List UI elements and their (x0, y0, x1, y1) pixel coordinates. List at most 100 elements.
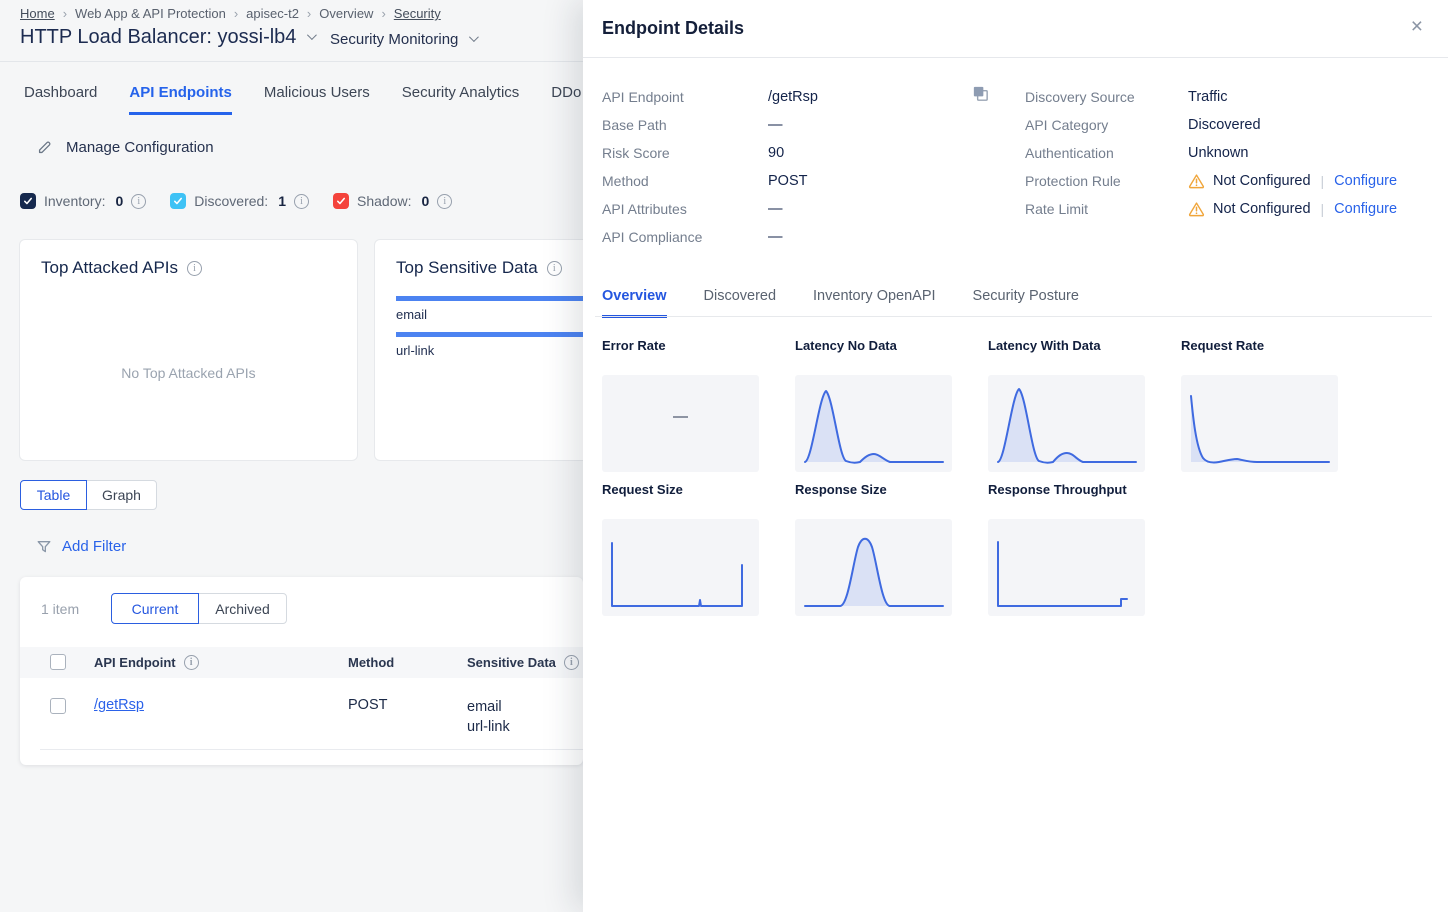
info-icon[interactable]: i (131, 194, 146, 209)
sparkline (795, 519, 952, 616)
row-divider (40, 749, 583, 750)
tab-ddos[interactable]: DDo (551, 84, 581, 115)
info-icon[interactable]: i (294, 194, 309, 209)
monitoring-mode-label: Security Monitoring (330, 31, 458, 48)
divider-pipe: | (1321, 201, 1325, 217)
chart-title: Response Size (795, 482, 952, 496)
info-icon[interactable]: i (184, 655, 199, 670)
panel-title: Endpoint Details (602, 18, 744, 39)
state-toggle: Current Archived (111, 593, 287, 624)
panel-tab-discovered[interactable]: Discovered (704, 288, 777, 318)
sensitive-data-value: email (467, 697, 510, 717)
breadcrumb-separator: › (234, 6, 238, 21)
copy-icon[interactable] (971, 84, 990, 108)
select-all-checkbox[interactable] (50, 654, 66, 670)
detail-row-method: Method POST (602, 167, 962, 195)
item-count: 1 item (41, 601, 79, 617)
row-checkbox[interactable] (50, 698, 66, 714)
manage-configuration-label: Manage Configuration (66, 139, 214, 156)
detail-row-rate-limit: Rate Limit Not Configured | Configure (1025, 195, 1445, 223)
current-tab-button[interactable]: Current (111, 593, 199, 624)
check-icon (23, 196, 33, 206)
tab-security-analytics[interactable]: Security Analytics (402, 84, 520, 115)
top-attacked-apis-card: Top Attacked APIs i No Top Attacked APIs (19, 239, 358, 461)
info-icon[interactable]: i (547, 261, 562, 276)
method-cell: POST (348, 697, 387, 713)
chart-title: Latency No Data (795, 338, 952, 352)
detail-label: Protection Rule (1025, 173, 1188, 189)
breadcrumb-item-overview[interactable]: Overview (319, 6, 373, 21)
panel-tab-inventory-openapi[interactable]: Inventory OpenAPI (813, 288, 936, 318)
column-header-sensitive-data[interactable]: Sensitive Data i (467, 655, 579, 670)
counter-inventory: Inventory: 0 i (20, 193, 146, 209)
tab-malicious-users[interactable]: Malicious Users (264, 84, 370, 115)
detail-value: — (768, 229, 783, 245)
chart-title: Error Rate (602, 338, 759, 352)
add-filter-button[interactable]: Add Filter (36, 538, 126, 555)
configure-protection-rule-link[interactable]: Configure (1334, 173, 1397, 189)
latency-with-data-chart: Latency With Data (988, 338, 1145, 472)
filter-funnel-icon (36, 539, 52, 555)
column-header-method[interactable]: Method (348, 655, 394, 670)
table-view-button[interactable]: Table (20, 480, 87, 510)
detail-row-api-endpoint: API Endpoint /getRsp (602, 83, 962, 111)
view-toggle: Table Graph (20, 480, 157, 510)
page-title[interactable]: HTTP Load Balancer: yossi-lb4 (20, 26, 314, 49)
card-title: Top Sensitive Data (396, 258, 538, 278)
monitoring-mode-select[interactable]: Security Monitoring (330, 31, 476, 48)
info-icon[interactable]: i (564, 655, 579, 670)
info-icon[interactable]: i (187, 261, 202, 276)
status-text: Not Configured (1213, 201, 1311, 217)
breadcrumb-separator: › (381, 6, 385, 21)
graph-view-button[interactable]: Graph (86, 480, 157, 510)
configure-rate-limit-link[interactable]: Configure (1334, 201, 1397, 217)
panel-tab-overview[interactable]: Overview (602, 288, 667, 318)
counter-label: Shadow: (357, 193, 411, 209)
breadcrumb-separator: › (63, 6, 67, 21)
manage-configuration-button[interactable]: Manage Configuration (36, 139, 214, 156)
close-icon[interactable]: × (1411, 16, 1423, 37)
counter-label: Discovered: (194, 193, 268, 209)
status-text: Not Configured (1213, 173, 1311, 189)
sparkline (988, 519, 1145, 616)
counter-discovered: Discovered: 1 i (170, 193, 309, 209)
endpoint-link[interactable]: /getRsp (94, 697, 144, 713)
panel-tab-security-posture[interactable]: Security Posture (973, 288, 1079, 318)
shadow-checkbox[interactable] (333, 193, 349, 209)
panel-tab-bar: Overview Discovered Inventory OpenAPI Se… (602, 288, 1079, 318)
archived-tab-button[interactable]: Archived (198, 593, 287, 624)
sparkline (1181, 375, 1338, 472)
details-left-column: API Endpoint /getRsp Base Path — Risk Sc… (602, 83, 962, 251)
breadcrumb-item-home[interactable]: Home (20, 6, 55, 21)
column-header-api-endpoint[interactable]: API Endpoint i (94, 655, 199, 670)
warning-icon (1188, 173, 1205, 189)
detail-label: Authentication (1025, 145, 1188, 161)
sensitive-data-cell: email url-link (467, 697, 510, 737)
panel-divider (583, 57, 1448, 58)
tab-dashboard[interactable]: Dashboard (24, 84, 97, 115)
breadcrumb-item-waap[interactable]: Web App & API Protection (75, 6, 226, 21)
request-size-chart: Request Size (602, 482, 759, 616)
sparkline (602, 519, 759, 616)
no-data-dash: — (673, 408, 688, 425)
detail-label: API Category (1025, 117, 1188, 133)
detail-label: API Attributes (602, 201, 768, 217)
column-label: Sensitive Data (467, 655, 556, 670)
detail-value: — (768, 117, 783, 133)
endpoint-details-panel: Endpoint Details × API Endpoint /getRsp … (583, 0, 1448, 912)
breadcrumb-item-security[interactable]: Security (394, 6, 441, 21)
tab-api-endpoints[interactable]: API Endpoints (129, 84, 232, 115)
inventory-checkbox[interactable] (20, 193, 36, 209)
counter-count: 1 (278, 193, 286, 209)
info-icon[interactable]: i (437, 194, 452, 209)
detail-row-discovery-source: Discovery Source Traffic (1025, 83, 1445, 111)
breadcrumb-item-namespace[interactable]: apisec-t2 (246, 6, 299, 21)
chevron-down-icon (307, 30, 317, 40)
panel-tabs-divider (595, 316, 1432, 317)
table-header-row: API Endpoint i Method Sensitive Data i (20, 647, 583, 678)
detail-value: /getRsp (768, 89, 818, 105)
discovered-checkbox[interactable] (170, 193, 186, 209)
detail-row-protection-rule: Protection Rule Not Configured | Configu… (1025, 167, 1445, 195)
main-tab-bar: Dashboard API Endpoints Malicious Users … (24, 84, 581, 115)
detail-label: API Endpoint (602, 89, 768, 105)
